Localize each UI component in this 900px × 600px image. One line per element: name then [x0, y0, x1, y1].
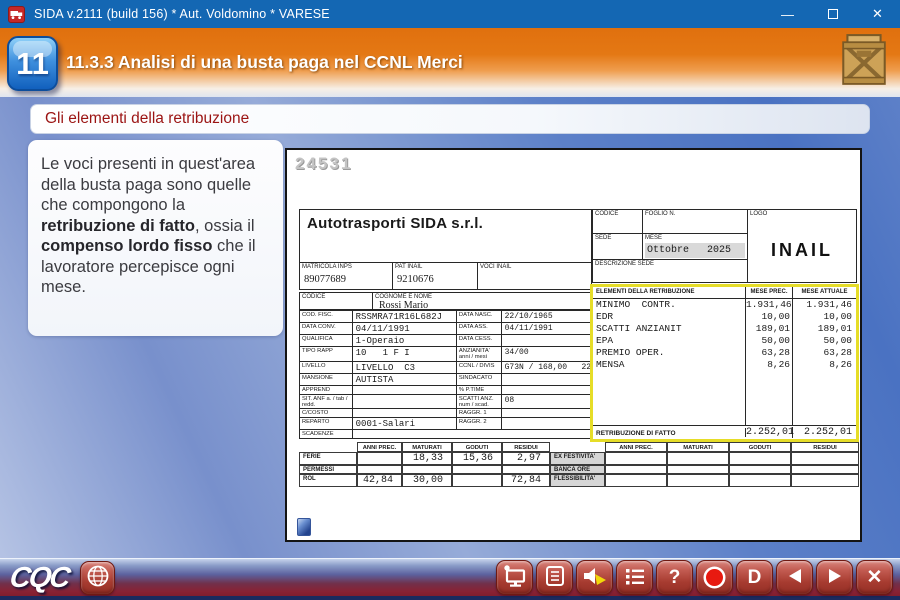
field-row: COD. FISC.RSSMRA71R16L682JDATA NASC.22/1…	[300, 311, 591, 323]
field-row: C/COSTORAGGR. 1	[300, 409, 591, 418]
speaker-icon	[582, 565, 608, 590]
exit-button[interactable]: ✕	[856, 560, 893, 595]
index-list-button[interactable]	[616, 560, 653, 595]
text-page-button[interactable]	[536, 560, 573, 595]
minimize-button[interactable]: —	[765, 0, 810, 28]
d-icon: D	[748, 568, 762, 587]
field-row: SIT. ANF a. / tab / redd.SCATTI ANZ. num…	[300, 395, 591, 410]
titlebar: SIDA v.2111 (build 156) * Aut. Voldomino…	[0, 0, 900, 28]
crate-icon	[840, 32, 888, 95]
retribuzione-row: EPA50,0050,00	[593, 335, 856, 347]
field-row: SCADENZE	[300, 430, 591, 439]
question-icon: ?	[669, 568, 681, 587]
window-title: SIDA v.2111 (build 156) * Aut. Voldomino…	[34, 7, 330, 21]
section-title: Gli elementi della retribuzione	[45, 110, 249, 128]
field-row: LIVELLOLIVELLO C3CCNL / DIVISG73N / 168,…	[300, 362, 591, 374]
leave-row: PERMESSI BANCA ORE	[299, 465, 859, 474]
employee-fields-table: COD. FISC.RSSMRA71R16L682JDATA NASC.22/1…	[299, 310, 592, 439]
stamp-icon	[297, 518, 311, 536]
pat-inail-cell: PAT INAIL 9210676	[393, 263, 478, 289]
leave-header-row: ANNI PREC. MATURATI GODUTI RESIDUI ANNI …	[299, 442, 859, 452]
app-truck-icon	[8, 6, 25, 23]
retribuzione-row: MENSA8,268,26	[593, 359, 856, 371]
chapter-badge: 11	[7, 36, 58, 91]
payslip-image: 24531 Autotrasporti SIDA s.r.l. MATRICOL…	[285, 148, 862, 542]
field-row: QUALIFICA1-OperaioDATA CESS.	[300, 335, 591, 347]
codice-label: CODICE	[593, 210, 642, 218]
retribuzione-header: ELEMENTI DELLA RETRIBUZIONE MESE PREC. M…	[593, 287, 856, 299]
payslip-header-right: CODICE FOGLIO N. SEDE MESE Ottobre 2025 …	[592, 209, 857, 283]
foglio-label: FOGLIO N.	[643, 210, 747, 218]
close-x-icon: ✕	[867, 568, 883, 587]
minimize-icon: —	[781, 7, 794, 22]
field-row: DATA CONV.04/11/1991DATA ASS.04/11/1991	[300, 323, 591, 335]
explanation-text: Le voci presenti in quest'area della bus…	[41, 154, 273, 298]
retribuzione-panel-highlighted: ELEMENTI DELLA RETRIBUZIONE MESE PREC. M…	[590, 284, 859, 442]
toolbar-buttons: ? D ✕	[493, 560, 893, 595]
inail-logo: INAIL	[748, 240, 856, 261]
app-window: SIDA v.2111 (build 156) * Aut. Voldomino…	[0, 0, 900, 600]
globe-button[interactable]	[80, 561, 115, 595]
logo-label: LOGO	[748, 210, 856, 218]
field-row: APPREND% P.TIME	[300, 386, 591, 395]
mese-label: MESE	[643, 234, 747, 242]
arrow-right-icon	[825, 567, 845, 588]
main-content: Gli elementi della retribuzione Le voci …	[0, 97, 900, 558]
retribuzione-row: EDR10,0010,00	[593, 311, 856, 323]
company-box: Autotrasporti SIDA s.r.l. MATRICOLA INPS…	[299, 209, 592, 290]
field-row: MANSIONEAUTISTASINDACATO	[300, 374, 591, 386]
lesson-header: 11 11.3.3 Analisi di una busta paga nel …	[0, 28, 900, 97]
record-button[interactable]	[696, 560, 733, 595]
payslip-doc-number: 24531	[295, 154, 352, 174]
list-icon	[624, 566, 646, 589]
retribuzione-total-row: RETRIBUZIONE DI FATTO 2.252,01 2.252,01	[593, 425, 856, 439]
mese-value: Ottobre 2025	[645, 243, 745, 258]
record-icon	[706, 569, 723, 586]
voci-inail-cell: VOCI INAIL	[478, 263, 591, 289]
chapter-number: 11	[16, 46, 49, 82]
cqc-logo: CQC	[8, 562, 71, 595]
leave-row: FERIE 18,33 15,36 2,97 EX FESTIVITA'	[299, 452, 859, 465]
field-row: REPARTO0001-SalariRAGGR. 2	[300, 418, 591, 430]
sede-label: SEDE	[593, 234, 642, 242]
retribuzione-row: PREMIO OPER.63,2863,28	[593, 347, 856, 359]
retribuzione-filler	[593, 371, 856, 425]
retribuzione-row: MINIMO CONTR.1.931,461.931,46	[593, 299, 856, 311]
audio-button[interactable]	[576, 560, 613, 595]
matricola-inps-cell: MATRICOLA INPS 89077689	[300, 263, 393, 289]
monitor-icon	[502, 564, 528, 591]
field-row: TIPO RAPP10 1 F IANZIANITA' anni / mesi3…	[300, 347, 591, 362]
bottom-toolbar: CQC	[0, 558, 900, 600]
help-button[interactable]: ?	[656, 560, 693, 595]
window-controls: — ✕	[765, 0, 900, 28]
leave-table: ANNI PREC. MATURATI GODUTI RESIDUI ANNI …	[299, 442, 859, 485]
lesson-title: 11.3.3 Analisi di una busta paga nel CCN…	[66, 52, 463, 73]
retribuzione-row: SCATTI ANZIANIT189,01189,01	[593, 323, 856, 335]
document-icon	[544, 565, 566, 590]
company-name: Autotrasporti SIDA s.r.l.	[300, 210, 591, 232]
company-ids-row: MATRICOLA INPS 89077689 PAT INAIL 921067…	[300, 262, 591, 289]
previous-button[interactable]	[776, 560, 813, 595]
dictionary-button[interactable]: D	[736, 560, 773, 595]
screen-share-button[interactable]	[496, 560, 533, 595]
next-button[interactable]	[816, 560, 853, 595]
globe-icon	[86, 564, 110, 591]
maximize-icon	[828, 9, 838, 19]
descrizione-sede-label: DESCRIZIONE SEDE	[593, 260, 747, 268]
explanation-panel: Le voci presenti in quest'area della bus…	[28, 140, 283, 336]
close-icon: ✕	[872, 6, 883, 22]
close-window-button[interactable]: ✕	[855, 0, 900, 28]
employee-box: CODICE COGNOME E NOME Rossi Mario	[299, 292, 592, 310]
arrow-left-icon	[785, 567, 805, 588]
maximize-button[interactable]	[810, 0, 855, 28]
section-title-bar: Gli elementi della retribuzione	[30, 104, 870, 134]
leave-row: ROL 42,84 30,00 72,84 FLESSIBILITA'	[299, 474, 859, 487]
